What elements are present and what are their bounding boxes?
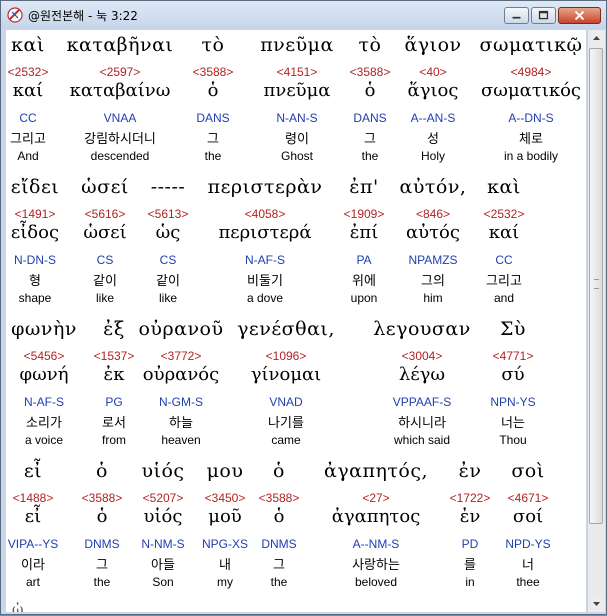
word-greek[interactable]: οὐρανοῦ (121, 318, 241, 340)
word-strong: <4771> (492, 349, 534, 363)
word-greek[interactable]: Σὺ (453, 318, 573, 340)
word-kor: 체로 (519, 132, 543, 147)
word-parse: CC (495, 253, 513, 267)
word-kor: 그리고 (486, 274, 522, 289)
scroll-up-button[interactable] (588, 30, 605, 47)
close-icon (574, 10, 585, 21)
word-parse: A--DN-S (508, 111, 554, 125)
word-kor: 너 (522, 558, 534, 573)
word-lemma: σύ (501, 364, 525, 385)
word-strong: <3772> (160, 349, 202, 363)
app-icon (7, 7, 23, 23)
maximize-icon (538, 10, 549, 20)
word-greek[interactable]: σοὶ (468, 460, 586, 482)
word-eng: thee (516, 575, 540, 589)
minimize-button[interactable] (504, 7, 529, 24)
minimize-icon (512, 16, 521, 19)
word-kor: 나기를 (268, 416, 304, 431)
word-lemma: καί (488, 222, 520, 243)
word-greek[interactable]: γενέσθαι, (226, 318, 346, 340)
interlinear-content: καὶ <2532> καί CC 그리고 And καταβῆναι <2597> καταβ… (6, 30, 586, 612)
scroll-down-button[interactable] (588, 595, 605, 612)
word-greek[interactable]: σωματικῷ (471, 34, 586, 56)
word-eng: Thou (499, 433, 527, 447)
window-title: @원전본해 - 눅 3:22 (28, 9, 138, 23)
next-verse-partial: ὡ ... (12, 602, 42, 612)
word-eng: came (271, 433, 301, 447)
word-eng: in a bodily (503, 149, 559, 163)
title-bar[interactable]: @원전본해 - 눅 3:22 (1, 1, 606, 29)
vertical-scrollbar[interactable] (587, 30, 605, 612)
word-parse: N-GM-S (159, 395, 203, 409)
scroll-thumb[interactable] (589, 48, 603, 524)
word-parse: VNAD (269, 395, 303, 409)
word-parse: NPN-YS (490, 395, 536, 409)
word-kor: 하늘 (169, 416, 193, 431)
word-strong: <1096> (265, 349, 307, 363)
word-lemma: οὐρανός (142, 364, 220, 385)
arrow-down-icon (593, 602, 600, 606)
word-greek[interactable]: καὶ (444, 176, 564, 198)
word-lemma: γίνομαι (250, 364, 322, 385)
word-eng: heaven (161, 433, 201, 447)
word-lemma: σοί (512, 506, 544, 527)
word-strong: <4984> (510, 65, 552, 79)
app-window: @원전본해 - 눅 3:22 καὶ <2532> καί CC 그리고 And καταβ… (0, 0, 607, 615)
close-button[interactable] (558, 7, 601, 24)
word-lemma: σωματικός (480, 80, 581, 101)
scroll-grip (594, 279, 599, 289)
word-eng: and (493, 291, 515, 305)
word-strong: <2532> (483, 207, 525, 221)
word-kor: 너는 (501, 416, 525, 431)
word-strong: <4671> (507, 491, 549, 505)
word-parse: NPD-YS (505, 537, 551, 551)
maximize-button[interactable] (531, 7, 556, 24)
arrow-up-icon (593, 36, 600, 40)
